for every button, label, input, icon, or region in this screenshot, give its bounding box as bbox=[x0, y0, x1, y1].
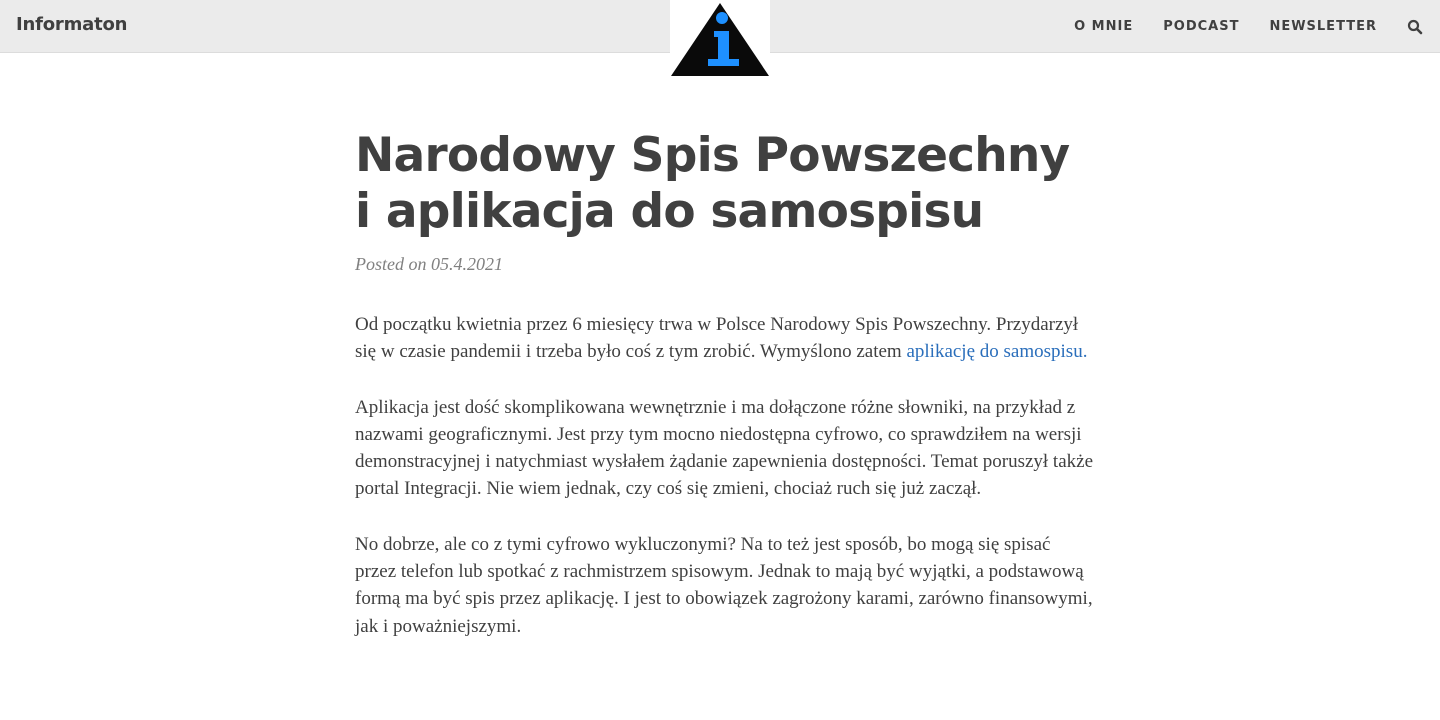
post-title-line-2: i aplikacja do samospisu bbox=[355, 184, 984, 239]
nav-links: O MNIE PODCAST NEWSLETTER bbox=[1059, 0, 1440, 53]
nav-link-podcast[interactable]: PODCAST bbox=[1148, 19, 1254, 34]
paragraph-2: Aplikacja jest dość skomplikowana wewnęt… bbox=[355, 396, 1094, 500]
brand-link[interactable]: Informaton bbox=[16, 14, 127, 35]
nav-link-o-mnie[interactable]: O MNIE bbox=[1059, 19, 1148, 34]
post-content: Narodowy Spis Powszechny i aplikacja do … bbox=[355, 128, 1095, 668]
info-triangle-icon[interactable] bbox=[670, 0, 770, 78]
post-date: Posted on 05.4.2021 bbox=[355, 254, 503, 274]
paragraph-1: Od początku kwietnia przez 6 miesięcy tr… bbox=[355, 311, 1095, 366]
post-title-line-1: Narodowy Spis Powszechny bbox=[355, 128, 1070, 183]
search-icon[interactable] bbox=[1407, 19, 1423, 35]
post-body: Od początku kwietnia przez 6 miesięcy tr… bbox=[355, 311, 1095, 640]
paragraph-3: No dobrze, ale co z tymi cyfrowo wyklucz… bbox=[355, 533, 1093, 637]
post-title: Narodowy Spis Powszechny i aplikacja do … bbox=[355, 128, 1095, 240]
samospis-app-link[interactable]: aplikację do samospisu. bbox=[906, 341, 1087, 362]
nav-link-newsletter[interactable]: NEWSLETTER bbox=[1254, 19, 1392, 34]
